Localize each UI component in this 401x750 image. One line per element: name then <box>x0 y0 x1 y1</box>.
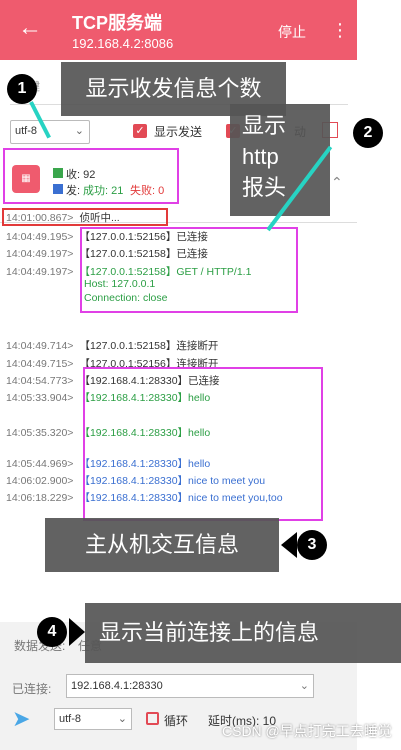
chevron-down-icon: ⌄ <box>299 680 309 692</box>
log-text: 【127.0.0.1:52158】连接断开 <box>79 340 219 352</box>
badge-2: 2 <box>353 118 383 148</box>
log-timestamp: 14:04:49.714> <box>6 340 74 352</box>
pointer-3-icon <box>281 532 297 558</box>
send-icon[interactable]: ➤ <box>12 706 30 732</box>
log-timestamp: 14:06:18.229> <box>6 492 74 504</box>
log-timestamp: 14:04:49.715> <box>6 358 74 370</box>
log-row: 14:04:49.714> 【127.0.0.1:52158】连接断开 <box>6 338 218 353</box>
callout-2: 显示 http 报头 <box>230 104 330 216</box>
listening-highlight <box>2 208 168 226</box>
log-timestamp: 14:04:49.197> <box>6 248 74 260</box>
footer-encoding-select[interactable]: utf-8 ⌄ <box>54 708 132 730</box>
log-timestamp: 14:05:33.904> <box>6 392 74 404</box>
log-timestamp: 14:05:35.320> <box>6 427 74 439</box>
watermark: CSDN @早点打完工去睡觉 <box>222 723 392 739</box>
counter-highlight <box>3 148 179 204</box>
log-timestamp: 14:04:49.197> <box>6 266 74 278</box>
callout-4: 显示当前连接上的信息 <box>85 603 401 663</box>
encoding-select[interactable]: utf-8 ⌄ <box>10 120 90 144</box>
stop-button[interactable]: 停止 <box>278 22 306 42</box>
callout-2-text: 显示 http 报头 <box>242 113 287 200</box>
collapse-icon[interactable]: ⌃ <box>331 174 343 191</box>
log-timestamp: 14:05:44.969> <box>6 458 74 470</box>
callout-4-text: 显示当前连接上的信息 <box>99 620 320 645</box>
connected-value: 192.168.4.1:28330 <box>71 680 163 692</box>
http-header-highlight <box>80 227 298 313</box>
badge-3: 3 <box>297 530 327 560</box>
arrow-left-icon[interactable]: ← <box>18 14 46 42</box>
loop-checkbox[interactable] <box>146 712 159 725</box>
badge-4: 4 <box>37 617 67 647</box>
loop-label: 循环 <box>164 714 189 728</box>
badge-1: 1 <box>7 74 37 104</box>
show-send-checkbox[interactable]: ✓ <box>133 124 147 138</box>
connected-label: 已连接: <box>12 682 52 696</box>
connected-select[interactable]: 192.168.4.1:28330 ⌄ <box>66 674 314 698</box>
chevron-down-icon: ⌄ <box>74 125 84 137</box>
pointer-4-icon <box>69 618 85 646</box>
chevron-down-icon: ⌄ <box>117 713 127 725</box>
callout-3: 主从机交互信息 <box>45 518 279 572</box>
callout-3-text: 主从机交互信息 <box>84 532 239 557</box>
page-title: TCP服务端 <box>72 13 162 33</box>
server-address: 192.168.4.2:8086 <box>72 36 174 51</box>
log-timestamp: 14:04:49.195> <box>6 231 74 243</box>
callout-1-text: 显示收发信息个数 <box>85 76 262 101</box>
show-send-label: 显示发送 <box>154 125 203 139</box>
log-timestamp: 14:06:02.900> <box>6 475 74 487</box>
interaction-highlight <box>83 367 323 521</box>
log-timestamp: 14:04:54.773> <box>6 375 74 387</box>
encoding-value: utf-8 <box>15 125 38 137</box>
kebab-menu-icon[interactable]: ⋮ <box>331 21 349 39</box>
footer-encoding-value: utf-8 <box>59 713 82 725</box>
